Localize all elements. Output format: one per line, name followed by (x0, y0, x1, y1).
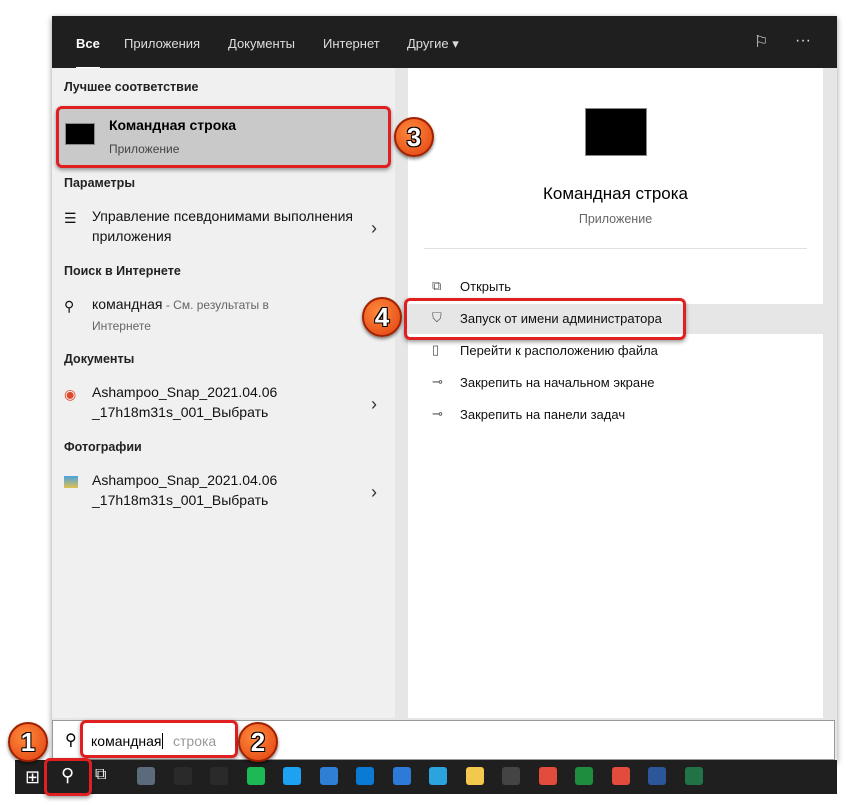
more-icon[interactable]: ··· (795, 32, 811, 50)
web-search-item[interactable]: ⚲ командная - См. результаты в Интернете (52, 294, 395, 336)
photos-header: Фотографии (64, 440, 142, 454)
filter-bar: Все Приложения Документы Интернет Другие… (52, 16, 837, 70)
pin-icon: ⊸ (432, 374, 443, 389)
ashampoo-icon: ◉ (64, 386, 77, 402)
image-icon (64, 476, 78, 488)
highlight-search-button (44, 758, 92, 796)
best-match-header: Лучшее соответствие (64, 80, 199, 94)
results-list: Лучшее соответствие Командная строка При… (52, 68, 395, 718)
search-icon: ⚲ (65, 732, 77, 749)
step-badge-1: 1 (8, 722, 48, 762)
pin-icon: ⊸ (432, 406, 443, 421)
documents-header: Документы (64, 352, 135, 366)
settings-header: Параметры (64, 176, 135, 190)
chevron-right-icon[interactable]: › (371, 482, 377, 503)
tab-all[interactable]: Все (76, 36, 100, 70)
cmd-large-icon (585, 108, 647, 156)
taskbar-app-icon[interactable] (465, 767, 484, 785)
taskbar-app-icon[interactable] (648, 767, 666, 785)
tab-apps[interactable]: Приложения (124, 36, 200, 51)
taskbar-app-icon[interactable] (137, 767, 155, 785)
task-view-icon[interactable]: ⧉ (95, 766, 106, 784)
taskbar: ⊞ ⚲ ⧉ (15, 760, 837, 794)
app-subtitle: Приложение (578, 212, 653, 226)
divider (424, 248, 807, 249)
taskbar-app-icon[interactable] (502, 767, 520, 785)
taskbar-app-icon[interactable] (392, 767, 411, 785)
step-badge-2: 2 (238, 722, 278, 762)
feedback-icon[interactable]: ⚐ (754, 32, 768, 52)
step-badge-4: 4 (362, 297, 402, 337)
highlight-run-as-admin (404, 298, 686, 340)
list-icon: ☰ (64, 210, 77, 226)
taskbar-app-icon[interactable] (173, 767, 192, 785)
folder-icon: ▯ (432, 342, 440, 357)
taskbar-app-icon[interactable] (684, 767, 703, 785)
tab-more[interactable]: Другие ▾ (407, 36, 459, 52)
taskbar-app-icon[interactable] (611, 767, 630, 785)
app-title: Командная строка (542, 184, 689, 203)
best-match-item[interactable]: Командная строка Приложение (56, 106, 391, 168)
taskbar-app-icon[interactable] (356, 767, 374, 785)
tab-documents[interactable]: Документы (228, 36, 295, 51)
cmd-icon (65, 123, 95, 145)
taskbar-app-icon[interactable] (210, 767, 228, 785)
taskbar-app-icon[interactable] (283, 767, 301, 785)
preview-pane: Командная строка Приложение ⧉ Открыть ⛉ За… (408, 68, 823, 718)
taskbar-app-icon[interactable] (319, 767, 338, 785)
best-match-subtitle: Приложение (109, 142, 180, 156)
chevron-right-icon[interactable]: › (371, 218, 377, 239)
action-pin-taskbar[interactable]: ⊸ Закрепить на панели задач (408, 400, 823, 430)
tab-web[interactable]: Интернет (323, 36, 380, 51)
best-match-title: Командная строка (109, 117, 237, 133)
start-search-window: Все Приложения Документы Интернет Другие… (52, 16, 837, 761)
action-pin-start[interactable]: ⊸ Закрепить на начальном экране (408, 368, 823, 398)
windows-start-icon[interactable]: ⊞ (25, 767, 40, 788)
web-header: Поиск в Интернете (64, 264, 181, 278)
photo-item[interactable]: Ashampoo_Snap_2021.04.06_17h18m31s_001_В… (52, 470, 395, 512)
taskbar-app-icon[interactable] (575, 767, 593, 785)
search-icon: ⚲ (64, 298, 75, 314)
taskbar-app-icon[interactable] (429, 767, 447, 785)
highlight-search-text (80, 720, 238, 758)
action-open-location[interactable]: ▯ Перейти к расположению файла (408, 336, 823, 366)
settings-item[interactable]: ☰ Управление псевдонимами выполнения при… (52, 206, 395, 248)
step-badge-3: 3 (394, 117, 434, 157)
document-item[interactable]: ◉ Ashampoo_Snap_2021.04.06_17h18m31s_001… (52, 382, 395, 424)
taskbar-app-icon[interactable] (538, 767, 557, 785)
taskbar-app-icon[interactable] (246, 767, 265, 785)
open-icon: ⧉ (432, 278, 442, 293)
chevron-right-icon[interactable]: › (371, 394, 377, 415)
